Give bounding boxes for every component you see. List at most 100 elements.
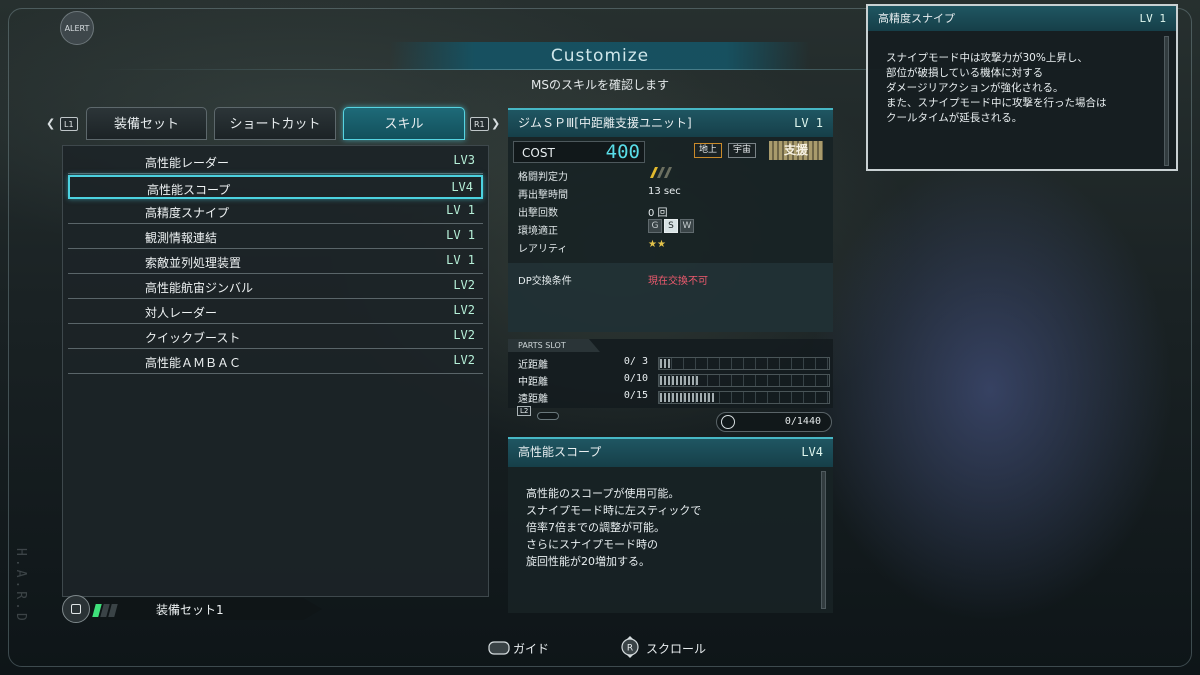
skill-name: クイックブースト (145, 331, 241, 345)
skill-name: 観測情報連結 (145, 231, 218, 245)
tooltip-text: スナイプモード中は攻撃力が30%上昇し、 部位が破損している機体に対する ダメー… (886, 52, 1107, 124)
stat-label: 格闘判定力 (518, 172, 568, 183)
parts-value: 0/10 (623, 373, 648, 384)
tooltip-skill-name: 高精度スナイプ (878, 12, 955, 25)
parts-meter (658, 357, 830, 370)
skill-row[interactable]: 高性能レーダー LV3 (68, 150, 483, 174)
chevron-left-icon[interactable]: ❮ (46, 117, 55, 130)
stat-value: 13 sec (648, 186, 681, 197)
skill-detail-text: 高性能のスコープが使用可能。 スナイプモード時に左スティックで 倍率7倍までの調… (526, 487, 702, 568)
ms-info-panel: ジムＳＰⅢ[中距離支援ユニット] LV 1 COST 400 地上 宇宙 支援 … (508, 108, 833, 332)
parts-row: 中距離 0/10 (518, 373, 830, 388)
skill-tooltip: 高精度スナイプ LV 1 スナイプモード中は攻撃力が30%上昇し、 部位が破損し… (866, 4, 1178, 171)
r1-button-icon[interactable]: R1 (470, 117, 489, 131)
skill-name: 高性能スコープ (147, 183, 231, 197)
stat-label: レアリティ (518, 244, 568, 255)
rarity-stars: ★★ (648, 239, 666, 250)
skill-level: LV 1 (446, 228, 475, 242)
chevron-right-icon[interactable]: ❯ (491, 117, 500, 130)
tab-skill[interactable]: スキル (343, 107, 465, 140)
skill-row[interactable]: クイックブースト LV2 (68, 325, 483, 349)
guide-hint: ガイド (513, 642, 550, 656)
skill-list-panel: 高性能レーダー LV3 高性能スコープ LV4 高精度スナイプ LV 1 観測情… (62, 145, 489, 597)
parts-label: 遠距離 (518, 394, 548, 405)
wrench-icon (721, 415, 735, 429)
role-tag: 支援 (769, 141, 823, 160)
parts-meter-fill (660, 393, 717, 402)
detail-scrollbar[interactable] (821, 471, 826, 609)
skill-name: 対人レーダー (145, 306, 218, 320)
loadout-label: 装備セット1 (156, 603, 224, 617)
parts-capacity-value: 0/1440 (784, 416, 821, 427)
l1-button-icon[interactable]: L1 (60, 117, 78, 131)
skill-level: LV2 (453, 278, 475, 292)
skill-detail-level: LV4 (801, 445, 823, 459)
l2-button-icon[interactable]: L2 (517, 406, 532, 416)
right-stick-icon[interactable]: R (620, 636, 640, 662)
parts-label: 中距離 (518, 377, 548, 388)
page-subtitle: MSのスキルを確認します (531, 78, 669, 92)
grade-space: S (664, 219, 678, 233)
skill-level: LV3 (453, 153, 475, 167)
tab-equipment-set[interactable]: 装備セット (86, 107, 207, 140)
scroll-hint: スクロール (646, 642, 707, 656)
skill-level: LV2 (453, 353, 475, 367)
skill-row[interactable]: 高性能ＡＭＢＡＣ LV2 (68, 350, 483, 374)
tab-shortcut[interactable]: ショートカット (214, 107, 336, 140)
skill-detail-name: 高性能スコープ (518, 445, 602, 459)
parts-value: 0/ 3 (623, 356, 648, 367)
grade-ground: G (648, 219, 662, 233)
square-button-icon[interactable] (62, 595, 90, 623)
parts-slot-title: PARTS SLOT (508, 339, 600, 352)
skill-detail-header: 高性能スコープ LV4 (508, 437, 833, 467)
skill-row-selected[interactable]: 高性能スコープ LV4 (68, 175, 483, 199)
stat-label: 出撃回数 (518, 208, 558, 219)
parts-slot-panel: PARTS SLOT 近距離 0/ 3 中距離 0/10 遠距離 0/15 (508, 339, 833, 408)
cost-value: 400 (605, 141, 640, 163)
skill-name: 索敵並列処理装置 (145, 256, 242, 270)
parts-row: 近距離 0/ 3 (518, 356, 830, 371)
stat-label: 環境適正 (518, 226, 558, 237)
parts-label: 近距離 (518, 360, 548, 371)
tooltip-skill-level: LV 1 (1139, 12, 1167, 25)
env-ground-tag: 地上 (694, 143, 723, 158)
loadout-indicator[interactable]: 装備セット1 (60, 595, 322, 623)
skill-row[interactable]: 観測情報連結 LV 1 (68, 225, 483, 249)
skill-row[interactable]: 高性能航宙ジンバル LV2 (68, 275, 483, 299)
skill-row[interactable]: 対人レーダー LV2 (68, 300, 483, 324)
melee-rank-icon (648, 166, 674, 182)
environment-grades: GSW (648, 219, 696, 233)
ms-level: LV 1 (794, 116, 823, 130)
touchpad-button-icon[interactable] (488, 640, 510, 659)
page-title: Customize (390, 42, 810, 70)
dp-label: DP交換条件 (518, 276, 572, 287)
parts-meter-fill (660, 359, 672, 368)
skill-name: 高性能レーダー (145, 156, 230, 170)
svg-text:R: R (627, 644, 633, 654)
stat-label: 再出撃時間 (518, 190, 568, 201)
skill-name: 高精度スナイプ (145, 206, 230, 220)
skill-level: LV4 (451, 180, 473, 194)
skill-level: LV2 (453, 328, 475, 342)
parts-meter (658, 374, 830, 387)
skill-level: LV2 (453, 303, 475, 317)
skill-row[interactable]: 高精度スナイプ LV 1 (68, 200, 483, 224)
cost-label: COST (522, 146, 555, 160)
tooltip-scrollbar[interactable] (1164, 36, 1169, 166)
skill-name: 高性能航宙ジンバル (145, 281, 254, 295)
parts-capacity: 0/1440 (716, 412, 832, 432)
skill-detail-panel: 高性能スコープ LV4 高性能のスコープが使用可能。 スナイプモード時に左スティ… (508, 437, 833, 613)
parts-value: 0/15 (623, 390, 648, 401)
skill-level: LV 1 (446, 203, 475, 217)
ms-name: ジムＳＰⅢ[中距離支援ユニット] (518, 116, 692, 130)
skill-name: 高性能ＡＭＢＡＣ (145, 356, 242, 370)
skill-level: LV 1 (446, 253, 475, 267)
ms-header: ジムＳＰⅢ[中距離支援ユニット] LV 1 (508, 108, 833, 137)
cost-box: COST 400 (513, 141, 645, 163)
skill-row[interactable]: 索敵並列処理装置 LV 1 (68, 250, 483, 274)
loadout-gauge (92, 602, 118, 621)
parts-row: 遠距離 0/15 (518, 390, 830, 405)
alert-indicator: ALERT (60, 11, 94, 45)
grade-water: W (680, 219, 694, 233)
dp-status: 現在交換不可 (648, 276, 708, 287)
